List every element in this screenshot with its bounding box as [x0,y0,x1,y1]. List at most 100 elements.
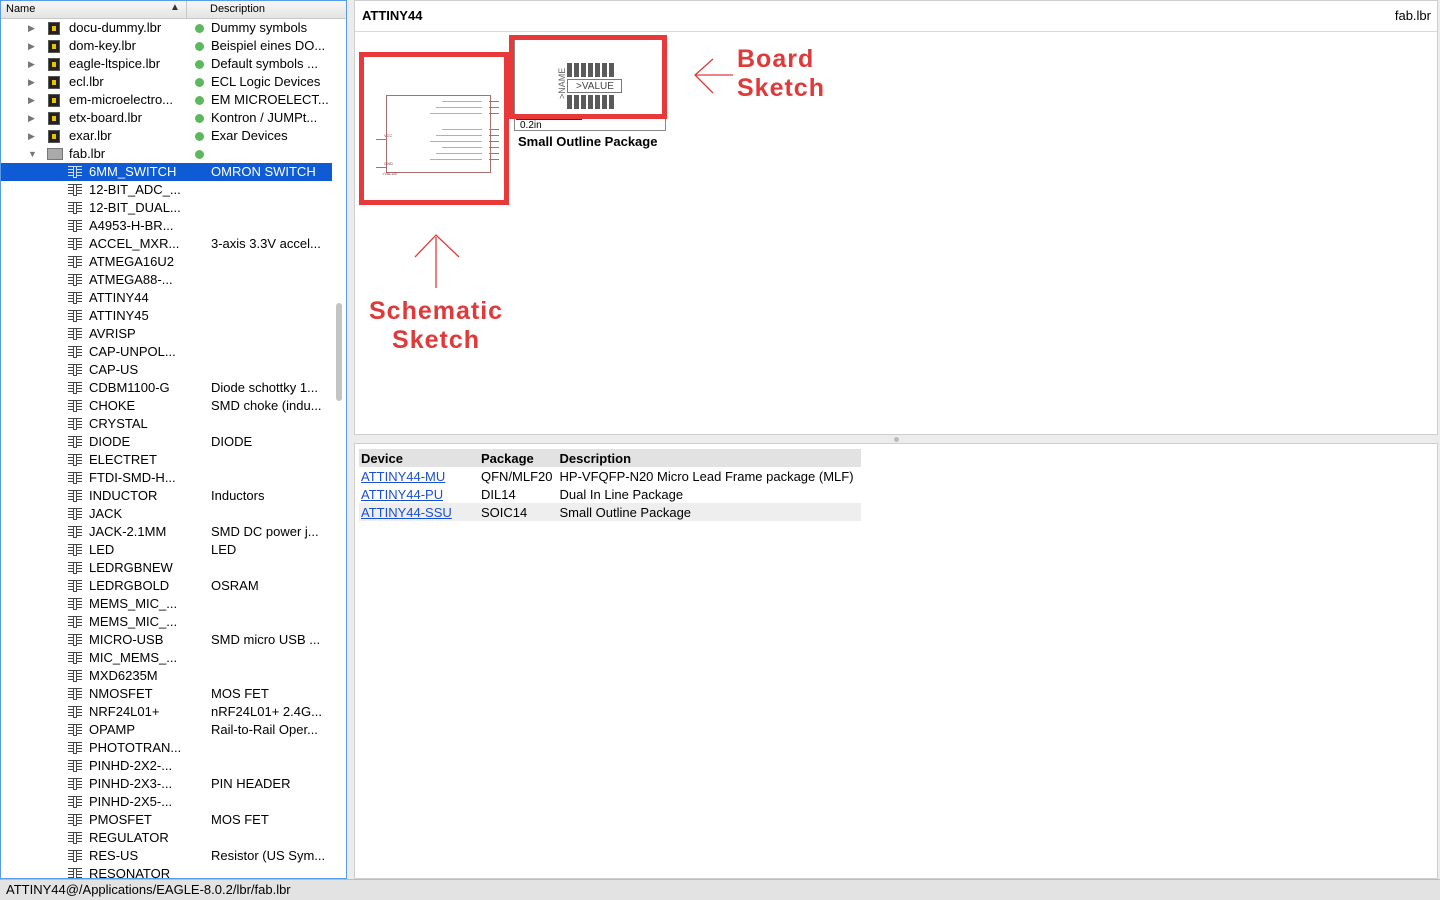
splitter-handle-icon[interactable] [894,437,899,442]
disclosure-triangle-open-icon[interactable]: ▼ [28,145,37,163]
tree-row-device[interactable]: CAP-UNPOL... [1,343,332,361]
tree-row-device[interactable]: RES-US Resistor (US Sym... [1,847,332,865]
tree-row-device[interactable]: PMOSFET MOS FET [1,811,332,829]
tree-row-device[interactable]: NMOSFET MOS FET [1,685,332,703]
device-name: RES-US [89,848,139,863]
tree-row-device[interactable]: ATMEGA88-... [1,271,332,289]
device-name: ELECTRET [89,452,157,467]
tree-row-device[interactable]: PINHD-2X2-... [1,757,332,775]
tree-row-device[interactable]: 12-BIT_ADC_... [1,181,332,199]
table-row[interactable]: ATTINY44-SSU SOIC14 Small Outline Packag… [359,503,861,521]
tree-row-device[interactable]: RESONATOR [1,865,332,879]
disclosure-triangle-icon[interactable]: ▶ [28,73,35,91]
tree-row-device[interactable]: PHOTOTRAN... [1,739,332,757]
device-name: FTDI-SMD-H... [89,470,176,485]
pane-splitter[interactable] [354,436,1438,442]
device-link[interactable]: ATTINY44-PU [361,487,443,502]
device-name: CRYSTAL [89,416,148,431]
device-icon [68,544,82,556]
tree-row-device[interactable]: DIODE DIODE [1,433,332,451]
tree-row-device[interactable]: MEMS_MIC_... [1,613,332,631]
device-icon [68,490,82,502]
tree-row-device[interactable]: CHOKE SMD choke (indu... [1,397,332,415]
device-variants-panel: Device Package Description ATTINY44-MU Q… [354,443,1438,879]
description-cell: Dual In Line Package [559,486,684,502]
device-icon [68,652,82,664]
disclosure-triangle-icon[interactable]: ▶ [28,127,35,145]
library-tree-panel[interactable]: Name ▲ Description ▶ docu-dummy.lbr Dumm… [0,0,347,879]
column-header-description[interactable]: Description [210,3,265,15]
tree-row-device[interactable]: CAP-US [1,361,332,379]
tree-row-device[interactable]: A4953-H-BR... [1,217,332,235]
tree-row-device[interactable]: 12-BIT_DUAL... [1,199,332,217]
disclosure-triangle-icon[interactable]: ▶ [28,19,35,37]
tree-row-device[interactable]: MEMS_MIC_... [1,595,332,613]
tree-row-library[interactable]: ▶ eagle-ltspice.lbr Default symbols ... [1,55,332,73]
tree-row-device[interactable]: CDBM1100-G Diode schottky 1... [1,379,332,397]
tree-row-device[interactable]: ATTINY44 [1,289,332,307]
device-variants-table: Device Package Description ATTINY44-MU Q… [359,449,861,521]
device-icon [68,598,82,610]
tree-row-device[interactable]: MICRO-USB SMD micro USB ... [1,631,332,649]
disclosure-triangle-icon[interactable]: ▶ [28,109,35,127]
device-link[interactable]: ATTINY44-MU [361,469,445,484]
disclosure-triangle-icon[interactable]: ▶ [28,91,35,109]
tree-row-device[interactable]: LEDRGBOLD OSRAM [1,577,332,595]
status-path: ATTINY44@/Applications/EAGLE-8.0.2/lbr/f… [6,882,291,897]
device-name: ATMEGA16U2 [89,254,175,269]
sort-ascending-icon[interactable]: ▲ [170,2,180,13]
device-name: RESONATOR [89,866,171,879]
tree-row-library[interactable]: ▶ dom-key.lbr Beispiel eines DO... [1,37,332,55]
tree-row-device[interactable]: MIC_MEMS_... [1,649,332,667]
tree-row-device[interactable]: NRF24L01+ nRF24L01+ 2.4G... [1,703,332,721]
device-icon [68,634,82,646]
device-description: MOS FET [211,812,269,827]
tree-row-device[interactable]: ELECTRET [1,451,332,469]
tree-row-device[interactable]: PINHD-2X3-... PIN HEADER [1,775,332,793]
disclosure-triangle-icon[interactable]: ▶ [28,55,35,73]
device-name: ATTINY44 [89,290,149,305]
tree-row-library-expanded[interactable]: ▼ fab.lbr [1,145,332,163]
status-dot-icon [195,114,204,123]
tree-row-device[interactable]: OPAMP Rail-to-Rail Oper... [1,721,332,739]
tree-row-device[interactable]: PINHD-2X5-... [1,793,332,811]
tree-row-library[interactable]: ▶ ecl.lbr ECL Logic Devices [1,73,332,91]
tree-row-device[interactable]: INDUCTOR Inductors [1,487,332,505]
tree-row-device[interactable]: FTDI-SMD-H... [1,469,332,487]
tree-row-library[interactable]: ▶ docu-dummy.lbr Dummy symbols [1,19,332,37]
device-name: MEMS_MIC_... [89,614,178,629]
table-row[interactable]: ATTINY44-MU QFN/MLF20 HP-VFQFP-N20 Micro… [359,467,861,485]
library-icon [48,40,60,53]
tree-row-device[interactable]: ACCEL_MXR... 3-axis 3.3V accel... [1,235,332,253]
tree-row-device[interactable]: MXD6235M [1,667,332,685]
column-header-description[interactable]: Description [557,449,861,467]
status-bar: ATTINY44@/Applications/EAGLE-8.0.2/lbr/f… [0,879,1440,900]
tree-row-library[interactable]: ▶ etx-board.lbr Kontron / JUMPt... [1,109,332,127]
tree-row-device[interactable]: AVRISP [1,325,332,343]
device-link[interactable]: ATTINY44-SSU [361,505,452,520]
tree-scrollbar[interactable] [336,303,342,401]
library-name: eagle-ltspice.lbr [69,56,161,71]
tree-row-device[interactable]: REGULATOR [1,829,332,847]
column-divider[interactable] [186,1,187,18]
tree-row-device[interactable]: JACK-2.1MM SMD DC power j... [1,523,332,541]
tree-row-device[interactable]: ATMEGA16U2 [1,253,332,271]
tree-row-device[interactable]: 6MM_SWITCH OMRON SWITCH [1,163,332,181]
tree-row-device[interactable]: CRYSTAL [1,415,332,433]
tree-row-library[interactable]: ▶ em-microelectro... EM MICROELECT... [1,91,332,109]
device-name: MXD6235M [89,668,158,683]
column-header-device[interactable]: Device [359,449,479,467]
table-row[interactable]: ATTINY44-PU DIL14 Dual In Line Package [359,485,861,503]
tree-row-device[interactable]: JACK [1,505,332,523]
tree-header: Name ▲ Description [1,1,346,19]
column-header-name[interactable]: Name [6,3,35,15]
device-description: 3-axis 3.3V accel... [211,236,321,251]
tree-row-device[interactable]: LEDRGBNEW [1,559,332,577]
tree-row-library[interactable]: ▶ exar.lbr Exar Devices [1,127,332,145]
column-header-package[interactable]: Package [479,449,558,467]
device-name: NRF24L01+ [89,704,160,719]
library-description: ECL Logic Devices [211,74,321,89]
disclosure-triangle-icon[interactable]: ▶ [28,37,35,55]
tree-row-device[interactable]: LED LED [1,541,332,559]
tree-row-device[interactable]: ATTINY45 [1,307,332,325]
